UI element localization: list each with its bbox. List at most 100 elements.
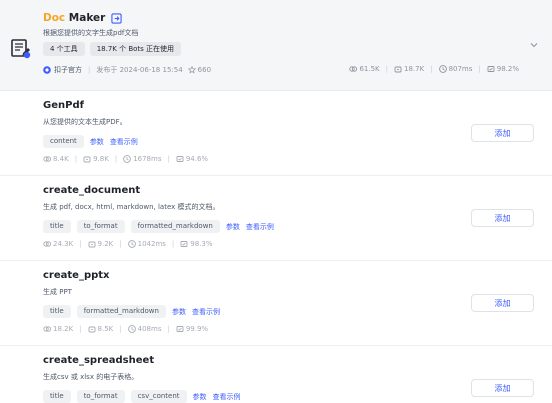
param-chip: to_format <box>76 220 125 233</box>
chevron-down-icon[interactable] <box>529 40 539 50</box>
tool-success-stat: 99.9% <box>176 325 208 333</box>
params-link[interactable]: 参数 <box>226 222 240 232</box>
open-detail-icon[interactable] <box>111 12 122 24</box>
favorite-count[interactable]: 660 <box>187 66 212 74</box>
params-link[interactable]: 参数 <box>90 137 104 147</box>
tool-calls-value: 8.4K <box>53 155 69 163</box>
plugin-latency-value: 807ms <box>448 65 473 73</box>
plugin-description: 根据您提供的文字生成pdf文档 <box>43 29 139 37</box>
tool-latency-stat: 408ms <box>127 325 162 333</box>
tool-stats: 8.4K | 9.8K | 1678ms | 94.6% <box>43 155 208 163</box>
tool-bots-value: 8.5K <box>97 325 114 333</box>
tool-params: title to_format csv_content 参数 查看示例 <box>43 390 241 403</box>
view-example-link[interactable]: 查看示例 <box>192 307 220 317</box>
stat-divider: | <box>167 155 170 163</box>
tool-name: create_pptx <box>43 270 110 281</box>
stat-divider: | <box>79 240 82 248</box>
stat-divider: | <box>114 155 118 163</box>
publish-date: 发布于 2024-06-18 15:54 <box>96 66 183 74</box>
tool-name: create_spreadsheet <box>43 355 155 366</box>
success-rate-icon <box>180 241 188 247</box>
tool-success-stat: 98.3% <box>180 240 213 248</box>
calls-icon <box>43 326 51 332</box>
tool-success-value: 98.3% <box>190 240 213 248</box>
tool-params: content 参数 查看示例 <box>43 135 138 148</box>
plugin-latency-stat: 807ms <box>438 65 473 73</box>
favorite-count-value: 660 <box>197 66 212 74</box>
params-link[interactable]: 参数 <box>172 307 186 317</box>
tool-bots-value: 9.2K <box>97 240 114 248</box>
param-chip: title <box>43 390 71 403</box>
tool-latency-stat: 1042ms <box>127 240 166 248</box>
stat-divider: | <box>385 65 389 73</box>
stat-divider: | <box>430 65 433 73</box>
tool-stats: 24.3K | 9.2K | 1042ms | 98.3% <box>43 240 213 248</box>
bot-usage-chip: 18.7K 个 Bots 正在使用 <box>89 42 182 56</box>
calls-icon <box>43 241 51 247</box>
add-tool-button[interactable]: 添加 <box>471 124 534 142</box>
bot-icon <box>394 66 402 73</box>
tool-latency-value: 408ms <box>137 325 162 333</box>
success-rate-icon <box>487 66 495 72</box>
param-chip: title <box>43 220 71 233</box>
calls-icon <box>349 66 358 72</box>
tool-success-stat: 94.6% <box>176 155 208 163</box>
tool-item-create-document: create_document 生成 pdf, docx, html, mark… <box>0 176 552 261</box>
bot-icon <box>88 241 95 248</box>
view-example-link[interactable]: 查看示例 <box>110 137 138 147</box>
tool-calls-stat: 8.4K <box>43 155 69 163</box>
tool-stats: 18.2K | 8.5K | 408ms | 99.9% <box>43 325 208 333</box>
clock-icon <box>127 325 136 333</box>
success-rate-icon <box>176 326 184 332</box>
bot-icon <box>83 156 91 163</box>
add-tool-button[interactable]: 添加 <box>471 294 534 312</box>
param-chip: formatted_markdown <box>76 305 166 318</box>
clock-icon <box>438 65 447 73</box>
plugin-success-value: 98.2% <box>496 65 519 73</box>
clock-icon <box>123 155 132 163</box>
plugin-bots-stat: 18.7K <box>394 65 424 73</box>
tool-calls-value: 24.3K <box>53 240 74 248</box>
params-link[interactable]: 参数 <box>193 392 207 402</box>
tool-description: 生成 PPT <box>43 288 72 296</box>
tool-description: 从您提供的文本生成PDF。 <box>43 118 127 126</box>
stat-divider: | <box>119 240 122 248</box>
bot-icon <box>88 326 95 333</box>
tool-bots-stat: 8.5K <box>88 325 114 333</box>
param-chip: csv_content <box>130 390 187 403</box>
tool-calls-stat: 24.3K <box>43 240 73 248</box>
author-badge-icon <box>43 66 51 74</box>
tool-calls-value: 18.2K <box>53 325 74 333</box>
tool-count-chip: 4 个工具 <box>43 42 85 56</box>
tool-name: create_document <box>43 185 141 196</box>
plugin-card[interactable]: Doc Maker 根据您提供的文字生成pdf文档 4 个工具 18.7K 个 … <box>0 0 552 91</box>
tool-success-value: 94.6% <box>185 155 209 163</box>
tool-bots-value: 9.8K <box>93 155 109 163</box>
plugin-author: 扣子官方 <box>54 66 82 74</box>
view-example-link[interactable]: 查看示例 <box>246 222 274 232</box>
param-chip: content <box>43 135 84 148</box>
tool-params: title formatted_markdown 参数 查看示例 <box>43 305 220 318</box>
tool-latency-stat: 1678ms <box>123 155 161 163</box>
calls-icon <box>43 156 51 162</box>
param-chip: title <box>43 305 71 318</box>
view-example-link[interactable]: 查看示例 <box>213 392 241 402</box>
tool-success-value: 99.9% <box>185 325 209 333</box>
plugin-calls-value: 61.5K <box>359 65 380 73</box>
star-icon <box>187 66 196 74</box>
param-chip: formatted_markdown <box>130 220 220 233</box>
tool-item-create-pptx: create_pptx 生成 PPT title formatted_markd… <box>0 261 552 346</box>
plugin-calls-stat: 61.5K <box>349 65 380 73</box>
add-tool-button[interactable]: 添加 <box>471 209 534 227</box>
tool-name: GenPdf <box>43 100 84 111</box>
meta-divider: | <box>88 66 91 74</box>
tool-params: title to_format formatted_markdown 参数 查看… <box>43 220 274 233</box>
tool-bots-stat: 9.8K <box>83 155 109 163</box>
tool-latency-value: 1678ms <box>133 155 162 163</box>
plugin-meta: 扣子官方 | 发布于 2024-06-18 15:54 660 <box>43 65 211 75</box>
add-tool-button[interactable]: 添加 <box>471 379 534 397</box>
stat-divider: | <box>171 240 175 248</box>
stat-divider: | <box>79 325 82 333</box>
doc-maker-logo-icon <box>11 39 31 59</box>
plugin-bots-value: 18.7K <box>404 65 425 73</box>
